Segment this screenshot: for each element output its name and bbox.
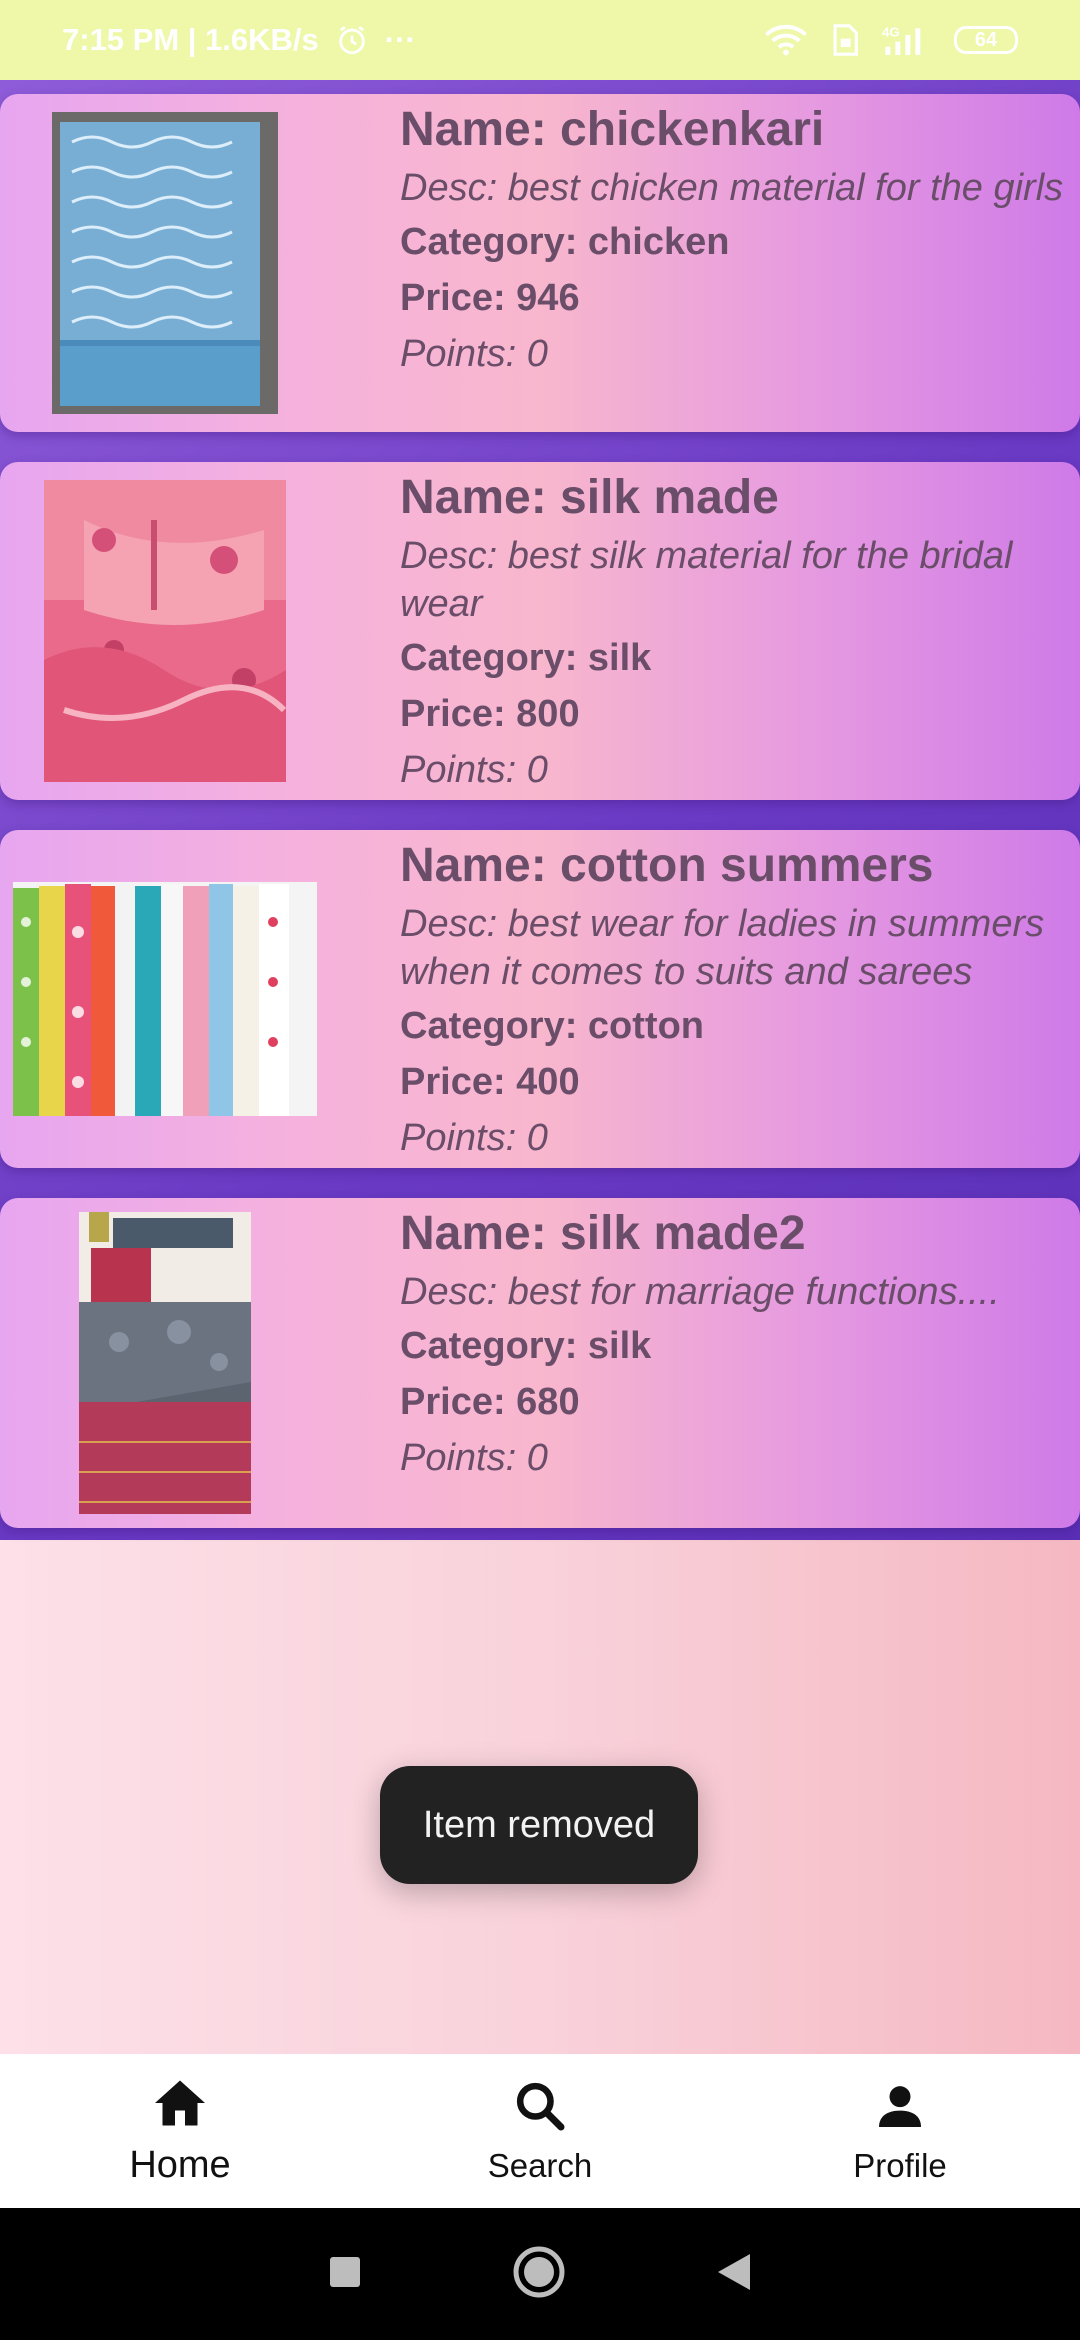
product-price: Price: 400	[400, 1061, 580, 1103]
product-points: Points: 0	[400, 1437, 548, 1479]
product-info: Name: chickenkari Desc: best chicken mat…	[400, 94, 1080, 378]
nav-search[interactable]: Search	[360, 2054, 720, 2208]
product-desc: Desc: best wear for ladies in summers wh…	[400, 903, 1045, 993]
more-notifications-icon: ···	[384, 22, 416, 57]
nav-profile-label: Profile	[853, 2146, 947, 2184]
status-left: 7:15 PM | 1.6KB/s ···	[62, 22, 416, 58]
sim-card-icon	[830, 23, 860, 57]
product-list[interactable]: Name: chickenkari Desc: best chicken mat…	[0, 80, 1080, 1540]
product-desc: Desc: best silk material for the bridal …	[400, 535, 1013, 625]
product-info: Name: silk made2 Desc: best for marriage…	[400, 1198, 1080, 1482]
system-navigation-bar	[0, 2208, 1080, 2340]
home-icon	[150, 2075, 210, 2136]
product-desc: Desc: best chicken material for the girl…	[400, 167, 1064, 209]
back-button[interactable]	[716, 2252, 752, 2297]
product-category: Category: silk	[400, 1325, 652, 1367]
product-points: Points: 0	[400, 333, 548, 375]
product-card[interactable]: Name: silk made2 Desc: best for marriage…	[0, 1198, 1080, 1528]
product-points: Points: 0	[400, 1117, 548, 1159]
product-name: Name: cotton summers	[400, 839, 934, 892]
recents-button[interactable]	[328, 2255, 362, 2294]
product-card[interactable]: Name: chickenkari Desc: best chicken mat…	[0, 94, 1080, 432]
main-content: Name: chickenkari Desc: best chicken mat…	[0, 80, 1080, 2054]
nav-search-label: Search	[487, 2146, 593, 2184]
signal-icon: 4G	[882, 23, 932, 57]
product-image	[0, 1198, 330, 1528]
nav-home[interactable]: Home	[0, 2054, 360, 2208]
product-desc: Desc: best for marriage functions....	[400, 1271, 1000, 1313]
bottom-navigation: Home Search Profile	[0, 2054, 1080, 2208]
home-system-button[interactable]	[512, 2245, 566, 2304]
product-card[interactable]: Name: silk made Desc: best silk material…	[0, 462, 1080, 800]
product-info: Name: silk made Desc: best silk material…	[400, 462, 1080, 794]
person-icon	[872, 2078, 928, 2139]
nav-home-label: Home	[129, 2144, 231, 2186]
product-category: Category: cotton	[400, 1005, 704, 1047]
status-right: 4G 64	[764, 23, 1018, 57]
network-type-label: 4G	[882, 25, 900, 40]
nav-profile[interactable]: Profile	[720, 2054, 1080, 2208]
product-price: Price: 680	[400, 1381, 580, 1423]
product-price: Price: 800	[400, 693, 580, 735]
product-info: Name: cotton summers Desc: best wear for…	[400, 830, 1080, 1162]
status-time-speed: 7:15 PM | 1.6KB/s	[62, 22, 319, 57]
status-bar: 7:15 PM | 1.6KB/s ··· 4G 64	[0, 0, 1080, 80]
alarm-icon	[335, 23, 369, 57]
product-image	[0, 94, 330, 432]
search-icon	[512, 2078, 568, 2139]
product-card[interactable]: Name: cotton summers Desc: best wear for…	[0, 830, 1080, 1168]
product-price: Price: 946	[400, 277, 580, 319]
product-category: Category: silk	[400, 637, 652, 679]
product-name: Name: silk made	[400, 471, 779, 524]
product-image	[0, 462, 330, 800]
product-points: Points: 0	[400, 749, 548, 791]
product-category: Category: chicken	[400, 221, 730, 263]
toast-message: Item removed	[380, 1766, 698, 1884]
product-name: Name: chickenkari	[400, 103, 825, 156]
battery-indicator: 64	[954, 26, 1018, 54]
wifi-icon	[764, 24, 808, 56]
product-image	[0, 830, 330, 1168]
product-name: Name: silk made2	[400, 1207, 806, 1260]
